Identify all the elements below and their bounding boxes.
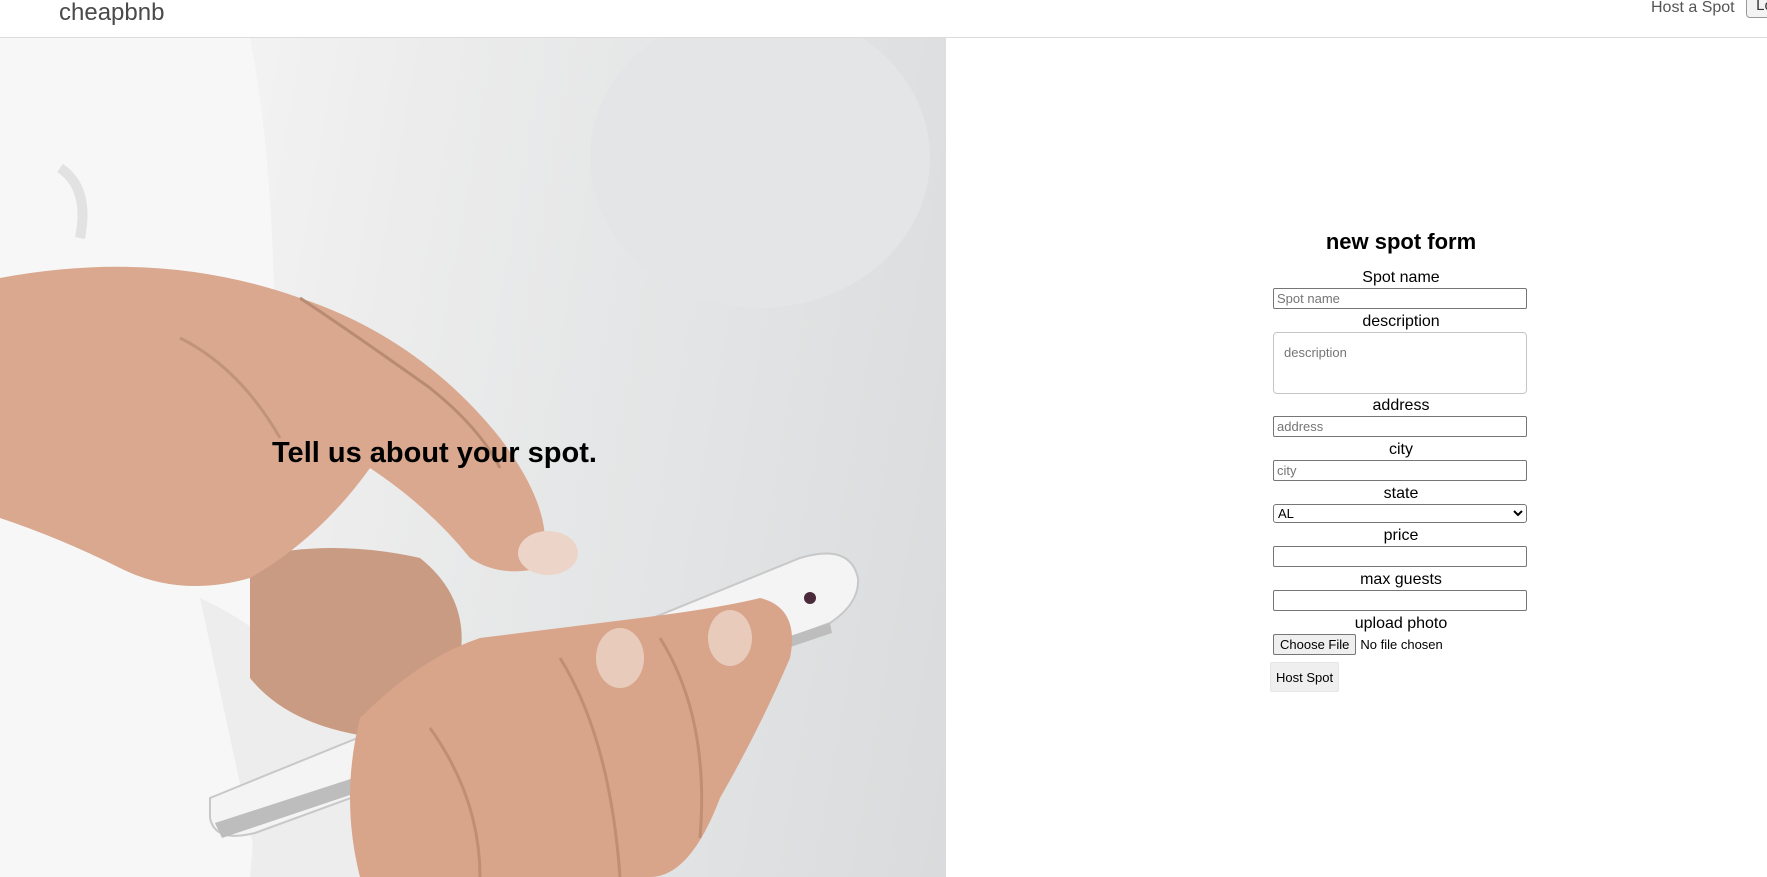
hero-headline: Tell us about your spot.	[272, 437, 597, 469]
form-title: new spot form	[1325, 229, 1477, 254]
state-label: state	[1383, 485, 1419, 502]
price-input[interactable]	[1273, 546, 1527, 567]
spot-name-input[interactable]	[1273, 288, 1527, 309]
new-spot-form: new spot form Spot name description addr…	[1270, 228, 1529, 692]
description-textarea[interactable]	[1273, 332, 1527, 394]
address-label: address	[1372, 397, 1430, 414]
host-a-spot-link[interactable]: Host a Spot	[1651, 0, 1735, 18]
spot-name-label: Spot name	[1362, 269, 1440, 286]
state-select[interactable]: AL	[1273, 504, 1527, 523]
max-guests-label: max guests	[1360, 571, 1442, 588]
file-status-text: No file chosen	[1360, 637, 1443, 652]
max-guests-input[interactable]	[1273, 590, 1527, 611]
brand-logo[interactable]: cheapbnb	[59, 0, 164, 27]
price-label: price	[1383, 527, 1419, 544]
description-label: description	[1362, 313, 1440, 330]
city-input[interactable]	[1273, 460, 1527, 481]
login-button[interactable]: Lo	[1746, 0, 1767, 18]
form-panel: new spot form Spot name description addr…	[946, 38, 1767, 877]
choose-file-button[interactable]: Choose File	[1273, 634, 1357, 655]
host-spot-button[interactable]: Host Spot	[1270, 662, 1340, 692]
hero-image-panel: Tell us about your spot.	[0, 38, 946, 877]
upload-photo-label: upload photo	[1354, 615, 1448, 632]
address-input[interactable]	[1273, 416, 1527, 437]
city-label: city	[1389, 441, 1413, 458]
top-navbar: cheapbnb Host a Spot Lo	[0, 0, 1767, 38]
file-upload-row: Choose File No file chosen	[1273, 634, 1529, 655]
